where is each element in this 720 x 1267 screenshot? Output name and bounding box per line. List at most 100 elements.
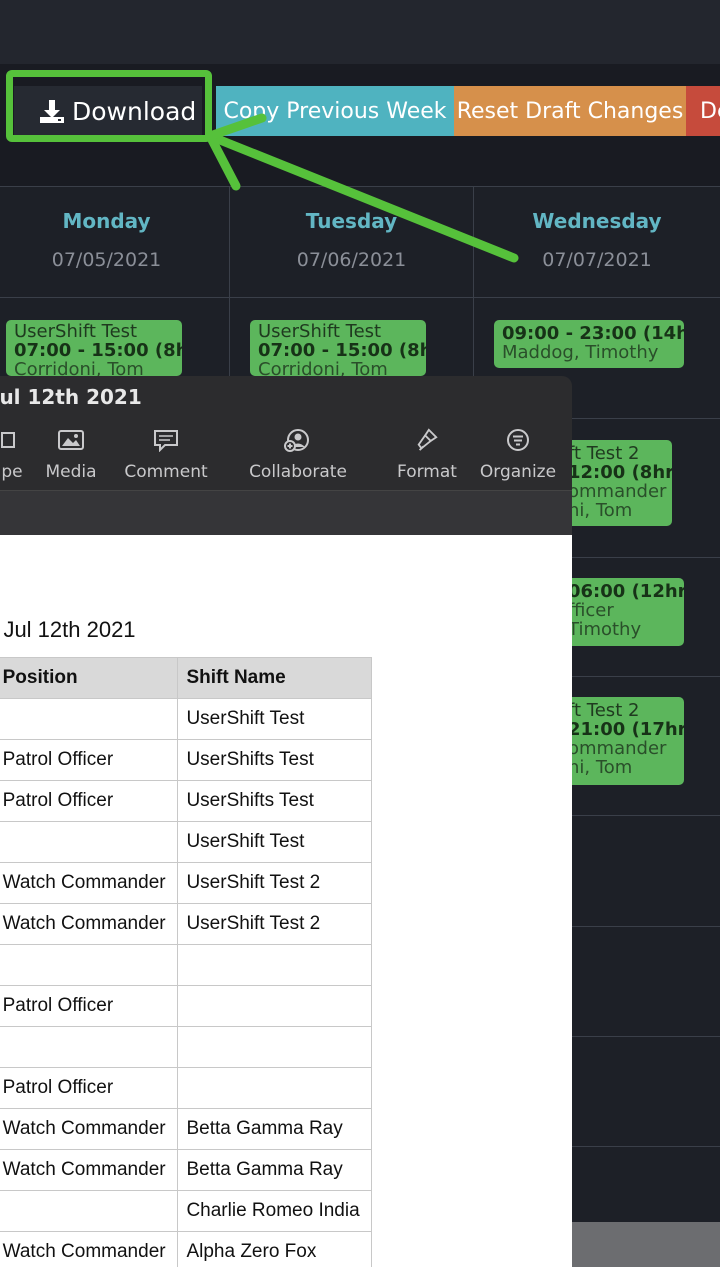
shift-block[interactable]: ft Test 2 21:00 (17hr) ommander ni, Tom: [560, 697, 684, 785]
table-row: nd ApartmentsWatch CommanderUserShift Te…: [0, 903, 372, 945]
table-row: 1Patrol OfficerUserShifts Test: [0, 780, 372, 822]
format-paintbrush-icon: [417, 428, 438, 451]
table-row: [0, 1026, 372, 1068]
document-titlebar: Jul 12th 2021: [0, 376, 572, 420]
toolbar-comment[interactable]: Comment: [120, 428, 212, 482]
toolbar-format-label: Format: [397, 462, 457, 482]
cell-shift-name: UserShifts Test: [177, 780, 372, 822]
download-highlight-annotation: [6, 70, 212, 142]
day-name: Tuesday: [305, 209, 398, 233]
app-top-bar: [0, 0, 720, 64]
document-title: Jul 12th 2021: [0, 385, 142, 409]
cell-position: Patrol Officer: [0, 780, 179, 822]
shift-time: 12:00 (8hr): [568, 462, 672, 483]
grid-line: [572, 815, 720, 816]
media-icon: [58, 430, 84, 450]
grid-line: [572, 676, 720, 677]
cell-shift-name: Alpha Zero Fox: [177, 1231, 372, 1267]
cell-shift-name: Betta Gamma Ray: [177, 1108, 372, 1150]
shift-name: UserShift Test: [258, 321, 382, 342]
shift-block[interactable]: UserShift Test 07:00 - 15:00 (8hr) Corri…: [250, 320, 426, 376]
shift-position: ommander: [568, 738, 667, 759]
shift-assignee: Corridoni, Tom: [258, 359, 388, 376]
shift-name: ft Test 2: [568, 443, 640, 464]
schedule-table: ent Position Shift Name UserShift Testnd…: [0, 657, 372, 1267]
cell-shift-name: Betta Gamma Ray: [177, 1149, 372, 1191]
shift-assignee: Corridoni, Tom: [14, 359, 144, 376]
shift-name: UserShift Test: [14, 321, 138, 342]
toolbar-organize[interactable]: Organize: [478, 428, 558, 482]
table-row: 1Watch CommanderUserShift Test 2: [0, 862, 372, 904]
document-format-bar: [0, 490, 572, 536]
shift-block[interactable]: 09:00 - 23:00 (14hr) Maddog, Timothy: [494, 320, 684, 368]
day-header-tuesday: Tuesday 07/06/2021: [230, 186, 474, 298]
table-row: nd ApartmentsWatch CommanderAlpha Zero F…: [0, 1231, 372, 1267]
cell-position: Patrol Officer: [0, 985, 179, 1027]
toolbar-comment-label: Comment: [124, 462, 208, 482]
cell-shift-name: Charlie Romeo India: [177, 1190, 372, 1232]
shift-block[interactable]: UserShift Test 07:00 - 15:00 (8hr) Corri…: [6, 320, 182, 376]
cell-position: [0, 698, 179, 740]
shift-position: ommander: [568, 481, 667, 502]
toolbar-shape[interactable]: pe: [0, 428, 32, 482]
table-row: UserShift Test: [0, 821, 372, 863]
shift-assignee: ni, Tom: [568, 500, 633, 521]
toolbar-collaborate-label: Collaborate: [249, 462, 347, 482]
cell-position: [0, 1026, 179, 1068]
document-window: Jul 12th 2021 pe Media Comment Collabora…: [0, 376, 572, 1267]
day-name: Wednesday: [532, 209, 662, 233]
background-panel: [572, 1222, 720, 1267]
cell-shift-name: UserShifts Test: [177, 739, 372, 781]
cell-position: [0, 1190, 179, 1232]
day-name: Monday: [62, 209, 151, 233]
cell-position: Watch Commander: [0, 1149, 179, 1191]
cell-shift-name: [177, 944, 372, 986]
shift-assignee: Timothy: [568, 619, 642, 640]
shift-time: 07:00 - 15:00 (8hr): [14, 340, 182, 361]
toolbar-media-label: Media: [45, 462, 97, 482]
day-date: 07/07/2021: [542, 249, 652, 271]
cell-shift-name: UserShift Test: [177, 821, 372, 863]
day-header-wednesday: Wednesday 07/07/2021: [474, 186, 720, 298]
table-row: UserShift Test: [0, 698, 372, 740]
shift-block[interactable]: 06:00 (12hr) fficer Timothy: [560, 578, 684, 646]
shift-time: 06:00 (12hr): [568, 581, 684, 602]
cell-position: [0, 944, 179, 986]
toolbar-media[interactable]: Media: [40, 428, 102, 482]
shift-assignee: ni, Tom: [568, 757, 633, 778]
toolbar-collaborate[interactable]: Collaborate: [244, 428, 352, 482]
table-header-row: ent Position Shift Name: [0, 657, 372, 699]
toolbar-organize-label: Organize: [479, 462, 557, 482]
grid-line: [572, 1036, 720, 1037]
cell-position: [0, 821, 179, 863]
collaborate-icon: [284, 429, 309, 452]
cell-position: Watch Commander: [0, 862, 179, 904]
day-date: 07/05/2021: [51, 249, 162, 271]
delete-button[interactable]: De: [686, 86, 720, 136]
table-row: nd ApartmentsPatrol OfficerUserShifts Te…: [0, 739, 372, 781]
cell-position: Patrol Officer: [0, 1067, 179, 1109]
document-page: - Jul 12th 2021 ent Position Shift Name …: [0, 535, 572, 1267]
toolbar-shape-label: pe: [1, 462, 23, 482]
cell-shift-name: UserShift Test 2: [177, 903, 372, 945]
shift-time: 21:00 (17hr): [568, 719, 684, 740]
table-row: Patrol Officer: [0, 1067, 372, 1109]
shift-position: fficer: [568, 600, 614, 621]
reset-draft-changes-button[interactable]: Reset Draft Changes: [454, 86, 686, 136]
column-header-shift-name: Shift Name: [177, 657, 372, 699]
report-heading: - Jul 12th 2021: [0, 617, 136, 642]
cell-position: Watch Commander: [0, 1231, 179, 1267]
table-row: [0, 944, 372, 986]
table-row: o Event CenterWatch CommanderBetta Gamma…: [0, 1149, 372, 1191]
table-row: nd ApartmentsWatch CommanderBetta Gamma …: [0, 1108, 372, 1150]
shift-block[interactable]: ft Test 2 12:00 (8hr) ommander ni, Tom: [560, 440, 672, 526]
grid-line: [572, 557, 720, 558]
copy-previous-week-button[interactable]: Copy Previous Week: [216, 86, 454, 136]
cell-shift-name: [177, 1067, 372, 1109]
table-row: Charlie Romeo India: [0, 1190, 372, 1232]
grid-line: [572, 926, 720, 927]
toolbar-format[interactable]: Format: [394, 428, 460, 482]
grid-line: [572, 418, 720, 419]
shape-icon: [1, 432, 15, 448]
shift-name: ft Test 2: [568, 700, 640, 721]
